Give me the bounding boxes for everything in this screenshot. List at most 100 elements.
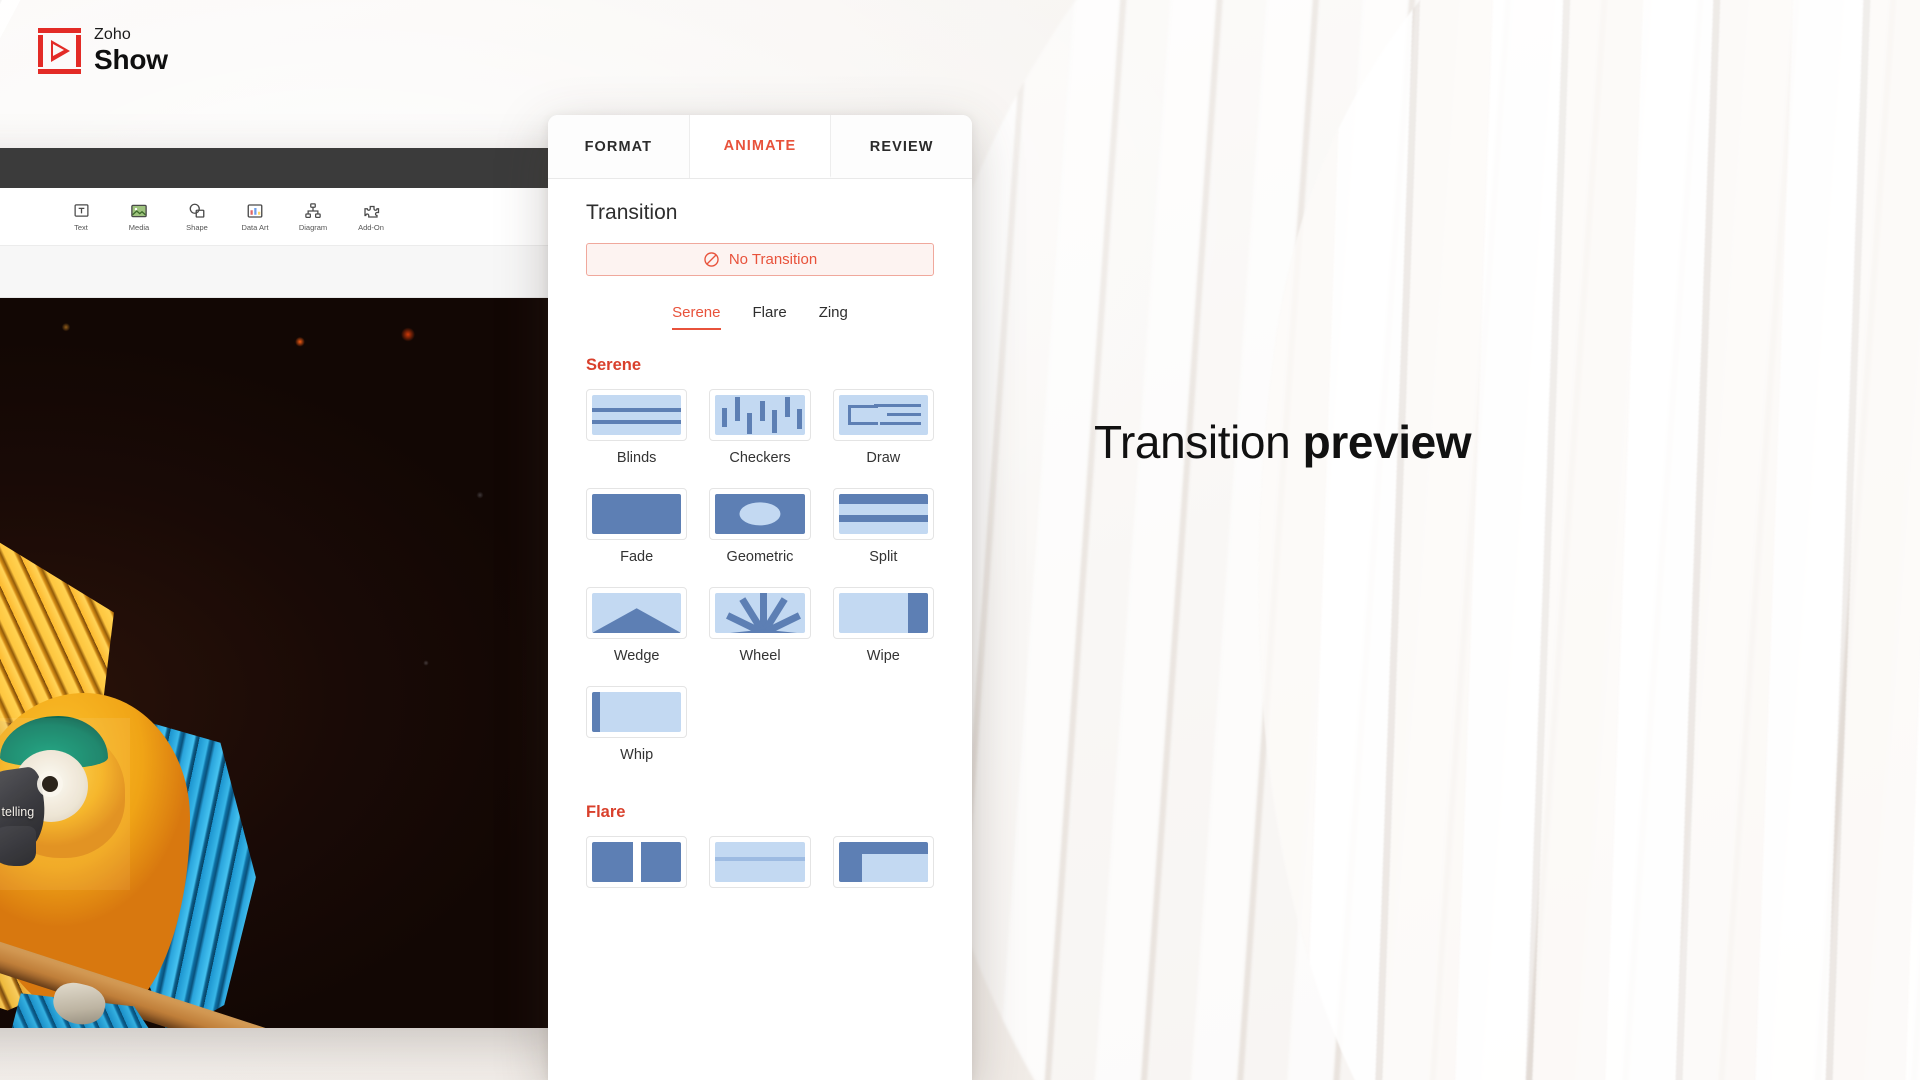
transition-wedge[interactable]: Wedge [586, 587, 688, 678]
toolbar-item-add-on[interactable]: Add-On [352, 201, 390, 232]
ban-circle-slash-icon [704, 252, 719, 267]
wedge-art-icon [592, 593, 682, 633]
blinds-art-icon [592, 395, 682, 435]
transition-split-label: Split [869, 549, 898, 565]
transition-flare-3[interactable] [832, 836, 934, 888]
toolbar-label-media: Media [128, 223, 150, 232]
toolbar-label-diagram: Diagram [298, 223, 328, 232]
flare-corner-art-icon [838, 842, 928, 882]
toolbar-item-diagram[interactable]: Diagram [294, 201, 332, 232]
toolbar-item-media[interactable]: Media [120, 201, 158, 232]
transition-fade-thumbnail [586, 488, 688, 540]
logo-post-left [38, 34, 43, 67]
headline-plain: Transition [1094, 416, 1303, 468]
transition-wipe[interactable]: Wipe [832, 587, 934, 678]
toolbar-item-data-art[interactable]: Data Art [236, 201, 274, 232]
category-tab-serene[interactable]: Serene [672, 304, 721, 330]
transition-wipe-label: Wipe [866, 648, 900, 664]
no-transition-button[interactable]: No Transition [586, 243, 934, 276]
logo-play-triangle-hole [53, 43, 64, 56]
transition-blinds-label: Blinds [616, 450, 657, 466]
flare-split-art-icon [592, 842, 682, 882]
toolbar-label-text: Text [74, 223, 88, 232]
tab-review[interactable]: REVIEW [831, 115, 972, 178]
toolbar-label-shape: Shape [186, 223, 208, 232]
text-box-icon [72, 201, 91, 220]
category-tab-zing[interactable]: Zing [819, 304, 848, 330]
transition-wedge-thumbnail [586, 587, 688, 639]
transition-split-thumbnail [832, 488, 934, 540]
editor-titlebar [0, 148, 570, 188]
transition-grid-flare [586, 836, 934, 888]
slide-caption-text: fe, my photography creatures, telling [0, 805, 35, 819]
transition-wheel[interactable]: Wheel [709, 587, 811, 678]
draw-art-icon [838, 395, 928, 435]
category-tab-serene-label: Serene [672, 304, 721, 321]
chart-icon [246, 201, 265, 220]
transition-whip[interactable]: Whip [586, 686, 688, 777]
category-tab-zing-label: Zing [818, 304, 848, 321]
zoho-show-play-frame-icon [38, 27, 81, 74]
transition-wheel-thumbnail [709, 587, 811, 639]
puzzle-icon [362, 201, 381, 220]
transition-draw[interactable]: Draw [832, 389, 934, 480]
zoho-show-logo[interactable]: Zoho Show [38, 27, 168, 74]
tab-format-label: FORMAT [584, 138, 653, 155]
transition-draw-label: Draw [866, 450, 901, 466]
transition-wheel-label: Wheel [739, 648, 781, 664]
transition-flare-2-thumbnail [709, 836, 811, 888]
transition-blinds[interactable]: Blinds [586, 389, 688, 480]
transition-checkers-label: Checkers [729, 450, 791, 466]
group-title-flare: Flare [586, 803, 626, 821]
panel-tab-bar: FORMAT ANIMATE REVIEW [548, 115, 972, 179]
transition-geometric-thumbnail [709, 488, 811, 540]
toolbar-label-data-art: Data Art [241, 223, 269, 232]
toolbar-item-shape[interactable]: Shape [178, 201, 216, 232]
tab-format[interactable]: FORMAT [548, 115, 690, 178]
page-title: Transition preview [1094, 415, 1472, 469]
transition-flare-2[interactable] [709, 836, 811, 888]
transition-flare-1-thumbnail [586, 836, 688, 888]
animate-panel: FORMAT ANIMATE REVIEW Transition No Tran… [548, 115, 972, 1080]
group-title-serene: Serene [586, 356, 642, 374]
transition-split[interactable]: Split [832, 488, 934, 579]
logo-post-right [76, 34, 81, 67]
transition-flare-1[interactable] [586, 836, 688, 888]
transition-fade[interactable]: Fade [586, 488, 688, 579]
toolbar-label-add-on: Add-On [358, 223, 384, 232]
no-transition-label: No Transition [728, 251, 818, 268]
tab-review-label: REVIEW [869, 138, 934, 155]
transition-grid-serene: Blinds Checkers Draw Fade Geometric Spli… [586, 389, 934, 777]
transition-flare-3-thumbnail [832, 836, 934, 888]
logo-wordmark: Zoho Show [94, 27, 168, 74]
transition-wedge-label: Wedge [613, 648, 660, 664]
category-tab-flare-label: Flare [752, 304, 787, 321]
geometric-art-icon [715, 494, 805, 534]
logo-bar-bottom [38, 68, 81, 74]
category-tab-bar: Serene Flare Zing [586, 304, 934, 330]
tab-animate[interactable]: ANIMATE [689, 115, 832, 178]
transition-geometric[interactable]: Geometric [709, 488, 811, 579]
split-art-icon [838, 494, 928, 534]
whip-art-icon [592, 692, 682, 732]
hero-screenshot: Zoho Show Text Media Shape Data Art Diag… [0, 0, 1920, 1080]
transition-checkers[interactable]: Checkers [709, 389, 811, 480]
slide-caption-box[interactable]: fe, my photography creatures, telling [0, 718, 130, 890]
category-tab-flare[interactable]: Flare [753, 304, 787, 330]
transition-geometric-label: Geometric [726, 549, 794, 565]
editor-window: Text Media Shape Data Art Diagram Add-On… [0, 148, 570, 1028]
fade-art-icon [592, 494, 682, 534]
logo-bar-top [38, 27, 81, 33]
transition-whip-label: Whip [620, 747, 654, 763]
diagram-icon [304, 201, 323, 220]
checkers-art-icon [715, 395, 805, 435]
section-title: Transition [586, 201, 678, 224]
transition-wipe-thumbnail [832, 587, 934, 639]
editor-toolbar: Text Media Shape Data Art Diagram Add-On [0, 188, 570, 246]
toolbar-item-text[interactable]: Text [62, 201, 100, 232]
panel-content: Transition No Transition Serene Flare Zi… [548, 179, 972, 888]
transition-whip-thumbnail [586, 686, 688, 738]
headline-bold: preview [1302, 416, 1472, 468]
logo-zoho-text: Zoho [94, 26, 131, 43]
shape-icon [188, 201, 207, 220]
